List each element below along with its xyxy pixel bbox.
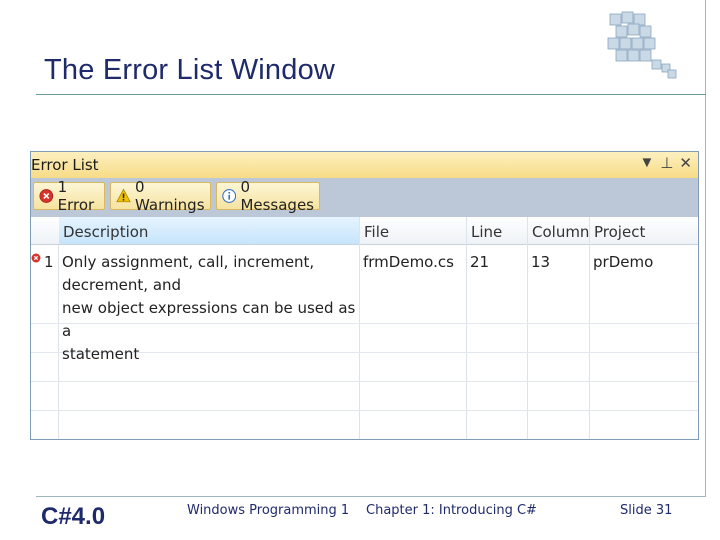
error-icon xyxy=(31,253,41,263)
close-icon[interactable]: ✕ xyxy=(679,154,692,172)
grid-divider xyxy=(58,217,59,439)
grid-divider xyxy=(466,217,467,439)
error-list-title-bar: Error List ▼ ⊥ ✕ xyxy=(31,152,698,178)
footer-slide-number: Slide 31 xyxy=(620,503,673,518)
grid-row-line xyxy=(31,410,698,411)
grid-divider xyxy=(527,217,528,439)
pin-icon[interactable]: ⊥ xyxy=(660,154,673,172)
error-list-grid: Description File Line Column Project 1 O… xyxy=(31,217,698,439)
slide-title: The Error List Window xyxy=(44,54,336,86)
warnings-filter-button[interactable]: 0 Warnings xyxy=(110,178,211,214)
header-project[interactable]: Project xyxy=(590,217,698,245)
dropdown-icon[interactable]: ▼ xyxy=(639,154,654,172)
messages-filter-button[interactable]: 0 Messages xyxy=(216,178,320,214)
error-list-title: Error List xyxy=(31,156,99,174)
error-icon xyxy=(39,189,54,203)
description-line: new object expressions can be used as a xyxy=(62,299,356,340)
header-blank xyxy=(31,217,59,245)
slide-footer-rule xyxy=(36,496,706,497)
description-line: Only assignment, call, increment, decrem… xyxy=(62,253,315,294)
header-description[interactable]: Description xyxy=(59,217,359,245)
info-icon xyxy=(222,189,237,203)
grid-divider xyxy=(589,217,590,439)
row-description: Only assignment, call, increment, decrem… xyxy=(62,251,358,366)
error-list-toolbar: 1 Error 0 Warnings 0 Messages xyxy=(31,178,698,217)
grid-row-line xyxy=(31,381,698,382)
row-column: 13 xyxy=(531,253,551,271)
header-line[interactable]: Line xyxy=(467,217,527,245)
grid-divider xyxy=(359,217,360,439)
row-line: 21 xyxy=(470,253,490,271)
header-column[interactable]: Column xyxy=(528,217,589,245)
header-file[interactable]: File xyxy=(360,217,466,245)
error-list-window: Error List ▼ ⊥ ✕ 1 Error 0 Warnings 0 Me… xyxy=(30,151,699,440)
slide-right-rule xyxy=(705,0,706,496)
warning-icon xyxy=(116,188,131,203)
description-line: statement xyxy=(62,345,140,363)
slide-title-rule xyxy=(36,94,706,95)
row-number: 1 xyxy=(44,253,54,271)
row-project: prDemo xyxy=(593,253,654,271)
warnings-filter-label: 0 Warnings xyxy=(135,178,205,214)
footer-course: Windows Programming 1 xyxy=(187,503,350,518)
errors-filter-button[interactable]: 1 Error xyxy=(33,178,105,214)
footer-chapter: Chapter 1: Introducing C# xyxy=(366,503,537,518)
errors-filter-label: 1 Error xyxy=(57,178,95,214)
row-file: frmDemo.cs xyxy=(363,253,454,271)
footer-brand: C#4.0 xyxy=(41,503,106,530)
messages-filter-label: 0 Messages xyxy=(240,178,314,214)
cube-logo-icon xyxy=(607,11,677,79)
